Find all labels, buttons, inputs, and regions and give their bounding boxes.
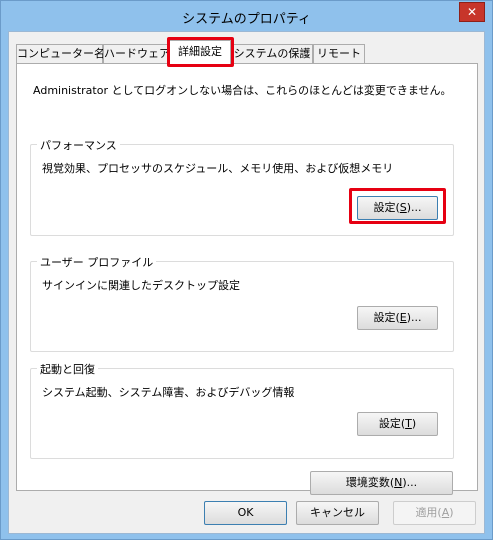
tab-label: リモート: [317, 47, 361, 60]
close-icon: ✕: [466, 5, 478, 19]
button-accelerator: T: [405, 417, 412, 430]
intro-text: Administrator としてログオンしない場合は、これらのほとんどは変更で…: [33, 84, 452, 97]
user-profile-description: サインインに関連したデスクトップ設定: [42, 279, 240, 292]
button-text: )...: [402, 476, 418, 489]
button-text: ): [449, 506, 454, 519]
performance-settings-button[interactable]: 設定(S)...: [357, 196, 438, 220]
performance-group: パフォーマンス 視覚効果、プロセッサのスケジュール、メモリ使用、および仮想メモリ…: [30, 137, 454, 236]
startup-recovery-group: 起動と回復 システム起動、システム障害、およびデバッグ情報 設定(T): [30, 361, 454, 459]
close-button[interactable]: ✕: [459, 2, 485, 22]
button-text: 適用(: [415, 506, 442, 519]
environment-variables-button[interactable]: 環境変数(N)...: [310, 471, 453, 495]
performance-description: 視覚効果、プロセッサのスケジュール、メモリ使用、および仮想メモリ: [42, 162, 394, 175]
button-text: )...: [406, 201, 422, 214]
button-text: 環境変数(: [345, 476, 395, 489]
tab-label: コンピューター名: [17, 47, 105, 60]
user-profile-group: ユーザー プロファイル サインインに関連したデスクトップ設定 設定(E)...: [30, 254, 454, 352]
tab-remote[interactable]: リモート: [313, 44, 365, 64]
button-accelerator: S: [399, 201, 407, 214]
button-text: キャンセル: [310, 506, 365, 519]
button-accelerator: E: [399, 311, 407, 324]
ok-button[interactable]: OK: [204, 501, 287, 525]
button-text: OK: [237, 506, 254, 519]
user-profile-group-label: ユーザー プロファイル: [37, 254, 157, 270]
tab-label: システムの保護: [233, 47, 311, 60]
button-text: 設定(: [378, 417, 406, 430]
button-text: )...: [406, 311, 422, 324]
cancel-button[interactable]: キャンセル: [296, 501, 379, 525]
tab-label: 詳細設定: [178, 45, 222, 58]
tab-advanced[interactable]: 詳細設定: [169, 40, 231, 65]
tab-system-protection[interactable]: システムの保護: [231, 44, 313, 64]
dialog-client-area: コンピューター名 ハードウェア 詳細設定 システムの保護 リモート Admini…: [8, 31, 485, 534]
apply-button[interactable]: 適用(A): [393, 501, 476, 525]
startup-recovery-description: システム起動、システム障害、およびデバッグ情報: [42, 386, 295, 399]
window-title: システムのプロパティ: [182, 12, 311, 27]
advanced-tab-panel: Administrator としてログオンしない場合は、これらのほとんどは変更で…: [16, 63, 478, 495]
performance-group-label: パフォーマンス: [37, 137, 120, 153]
button-text: ): [411, 417, 417, 430]
startup-recovery-group-label: 起動と回復: [37, 361, 98, 377]
button-text: 設定(: [373, 201, 400, 214]
system-properties-window: システムのプロパティ ✕ コンピューター名 ハードウェア 詳細設定 システムの保…: [0, 0, 493, 540]
startup-recovery-settings-button[interactable]: 設定(T): [357, 412, 438, 436]
tab-hardware[interactable]: ハードウェア: [103, 44, 170, 64]
user-profile-settings-button[interactable]: 設定(E)...: [357, 306, 438, 330]
tab-label: ハードウェア: [104, 47, 170, 60]
tab-strip: コンピューター名 ハードウェア 詳細設定 システムの保護 リモート: [16, 37, 476, 67]
button-text: 設定(: [373, 311, 400, 324]
title-bar[interactable]: システムのプロパティ ✕: [1, 1, 492, 31]
tab-computer-name[interactable]: コンピューター名: [16, 44, 105, 64]
